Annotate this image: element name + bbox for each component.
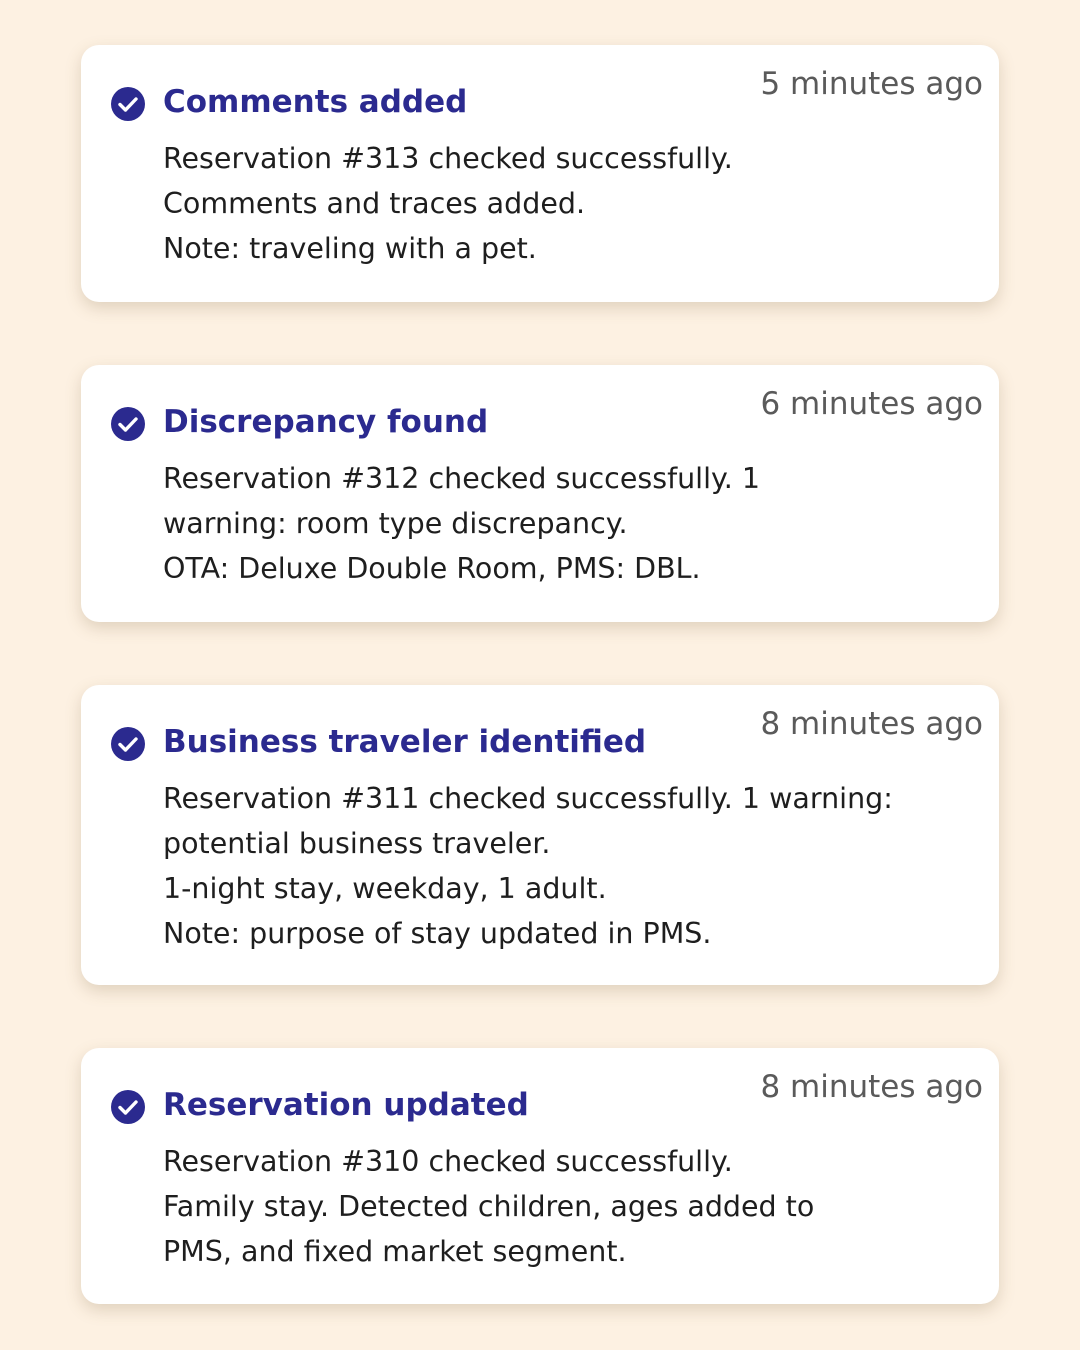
notification-timestamp: 6 minutes ago: [760, 386, 983, 422]
check-circle-icon: [110, 726, 146, 762]
notification-card[interactable]: Discrepancy found 6 minutes ago Reservat…: [81, 365, 999, 622]
notification-message: Reservation #312 checked successfully. 1…: [163, 456, 963, 591]
message-line: warning: room type discrepancy.: [163, 507, 628, 540]
message-line: Family stay. Detected children, ages add…: [163, 1190, 815, 1223]
notification-message: Reservation #313 checked successfully. C…: [163, 136, 963, 271]
notification-timestamp: 8 minutes ago: [760, 706, 983, 742]
notification-timestamp: 5 minutes ago: [760, 66, 983, 102]
notification-message: Reservation #311 checked successfully. 1…: [163, 776, 963, 956]
check-circle-icon: [110, 1089, 146, 1125]
message-line: Reservation #311 checked successfully. 1…: [163, 782, 893, 815]
notification-title: Business traveler identified: [163, 724, 647, 760]
notification-card[interactable]: Comments added 5 minutes ago Reservation…: [81, 45, 999, 302]
message-line: Reservation #310 checked successfully.: [163, 1145, 733, 1178]
notification-message: Reservation #310 checked successfully. F…: [163, 1139, 963, 1274]
message-line: Note: traveling with a pet.: [163, 232, 537, 265]
notification-card[interactable]: Business traveler identified 8 minutes a…: [81, 685, 999, 985]
check-circle-icon: [110, 406, 146, 442]
notification-title: Discrepancy found: [163, 404, 489, 440]
check-circle-icon: [110, 86, 146, 122]
message-line: Note: purpose of stay updated in PMS.: [163, 917, 712, 950]
message-line: potential business traveler.: [163, 827, 551, 860]
message-line: Comments and traces added.: [163, 187, 586, 220]
notification-timestamp: 8 minutes ago: [760, 1069, 983, 1105]
message-line: PMS, and fixed market segment.: [163, 1235, 627, 1268]
notification-card[interactable]: Reservation updated 8 minutes ago Reserv…: [81, 1048, 999, 1304]
message-line: Reservation #313 checked successfully.: [163, 142, 733, 175]
notification-title: Comments added: [163, 84, 468, 120]
message-line: 1-night stay, weekday, 1 adult.: [163, 872, 607, 905]
message-line: OTA: Deluxe Double Room, PMS: DBL.: [163, 552, 701, 585]
notification-title: Reservation updated: [163, 1087, 529, 1123]
message-line: Reservation #312 checked successfully. 1: [163, 462, 761, 495]
